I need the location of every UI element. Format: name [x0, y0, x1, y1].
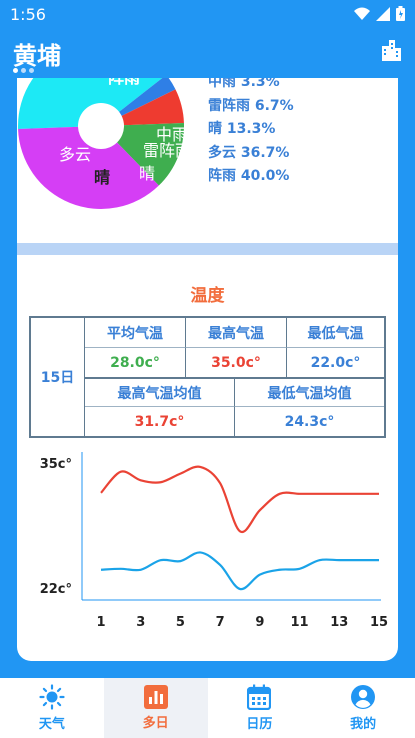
wifi-icon: [354, 7, 370, 20]
app-bar: 黄埔: [0, 28, 415, 78]
pie-label-duoyun: 多云: [59, 145, 91, 164]
temperature-line-chart: 35c° 22c° 1 3 5 7 9 11 13 15: [17, 446, 398, 636]
min-temp-header: 最低气温: [287, 318, 384, 348]
pie-label-qing: 晴: [139, 164, 155, 183]
legend-item: 多云 36.7%: [208, 144, 290, 161]
x-tick-label: 7: [216, 615, 225, 630]
signal-icon: [376, 6, 390, 21]
tab-multi-day[interactable]: 多日: [103, 678, 208, 738]
tab-mine[interactable]: 我的: [311, 678, 415, 738]
page-indicator: [13, 68, 34, 73]
max-temp-line: [100, 465, 379, 534]
max-temp-value: 35.0c°: [186, 348, 287, 377]
calendar-icon: [247, 684, 272, 710]
line-chart-svg: 35c° 22c° 1 3 5 7 9 11 13 15: [40, 452, 388, 630]
sun-icon: [39, 684, 65, 710]
tab-calendar[interactable]: 日历: [208, 678, 312, 738]
max-temp-header: 最高气温: [186, 318, 287, 348]
x-tick-label: 5: [176, 615, 185, 630]
day-cell: 15日: [31, 318, 85, 436]
x-tick-label: 13: [330, 615, 348, 630]
max-avg-value: 31.7c°: [85, 407, 235, 436]
tab-weather[interactable]: 天气: [0, 678, 104, 738]
pie-hole: [78, 103, 124, 149]
weather-pie-chart: 阵雨 中雨 雷阵雨 多云 晴 晴 中雨 3.3% 雷阵雨 6.7% 晴 13.3…: [17, 78, 398, 242]
x-tick-label: 9: [255, 615, 264, 630]
page-dot: [13, 68, 18, 73]
x-tick-label: 3: [136, 615, 145, 630]
max-avg-header: 最高气温均值: [85, 379, 235, 407]
page-dot: [21, 68, 26, 73]
x-tick-label: 15: [370, 615, 388, 630]
tab-label: 日历: [246, 717, 273, 732]
city-buildings-icon[interactable]: [380, 38, 402, 62]
temperature-title: 温度: [190, 286, 225, 306]
bottom-tab-bar: 天气 多日 日历 我的: [0, 678, 415, 738]
min-avg-header: 最低气温均值: [235, 379, 384, 407]
legend-item: 雷阵雨 6.7%: [208, 97, 294, 114]
x-tick-label: 11: [291, 615, 309, 630]
y-tick-label: 22c°: [40, 582, 72, 597]
tab-label: 我的: [350, 717, 377, 732]
y-tick-label: 35c°: [40, 457, 72, 472]
content-card: 阵雨 中雨 雷阵雨 多云 晴 晴 中雨 3.3% 雷阵雨 6.7% 晴 13.3…: [17, 78, 398, 661]
tab-label: 天气: [38, 717, 65, 732]
legend-item: 晴 13.3%: [208, 121, 276, 137]
status-icons: [354, 6, 405, 21]
x-tick-label: 1: [96, 615, 105, 630]
page-dot: [29, 68, 34, 73]
min-avg-value: 24.3c°: [284, 413, 335, 430]
min-temp-line: [100, 551, 379, 591]
bar-chart-icon: [143, 685, 168, 709]
pie-legend: 中雨 3.3% 雷阵雨 6.7% 晴 13.3% 多云 36.7% 阵雨 40.…: [208, 78, 294, 189]
temperature-table: 15日 平均气温 最高气温 最低气温 28.0c° 35.0c° 22.0c° …: [29, 316, 386, 438]
avg-temp-header: 平均气温: [85, 318, 186, 348]
legend-item: 中雨 3.3%: [208, 78, 280, 90]
status-bar: 1:56: [0, 0, 415, 28]
section-divider: [17, 243, 398, 255]
avg-temp-value: 28.0c°: [85, 348, 186, 377]
pie-label-zhenyu: 阵雨: [108, 78, 140, 87]
status-time: 1:56: [10, 5, 46, 24]
pie-label-leizhenyu: 雷阵雨: [143, 141, 191, 160]
tab-label: 多日: [142, 716, 169, 731]
user-icon: [351, 685, 376, 709]
legend-item: 阵雨 40.0%: [208, 168, 290, 184]
page-title: 黄埔: [13, 42, 61, 70]
min-temp-value: 22.0c°: [310, 354, 361, 371]
battery-icon: [396, 6, 405, 21]
pie-label-qing-dark: 晴: [94, 168, 110, 187]
